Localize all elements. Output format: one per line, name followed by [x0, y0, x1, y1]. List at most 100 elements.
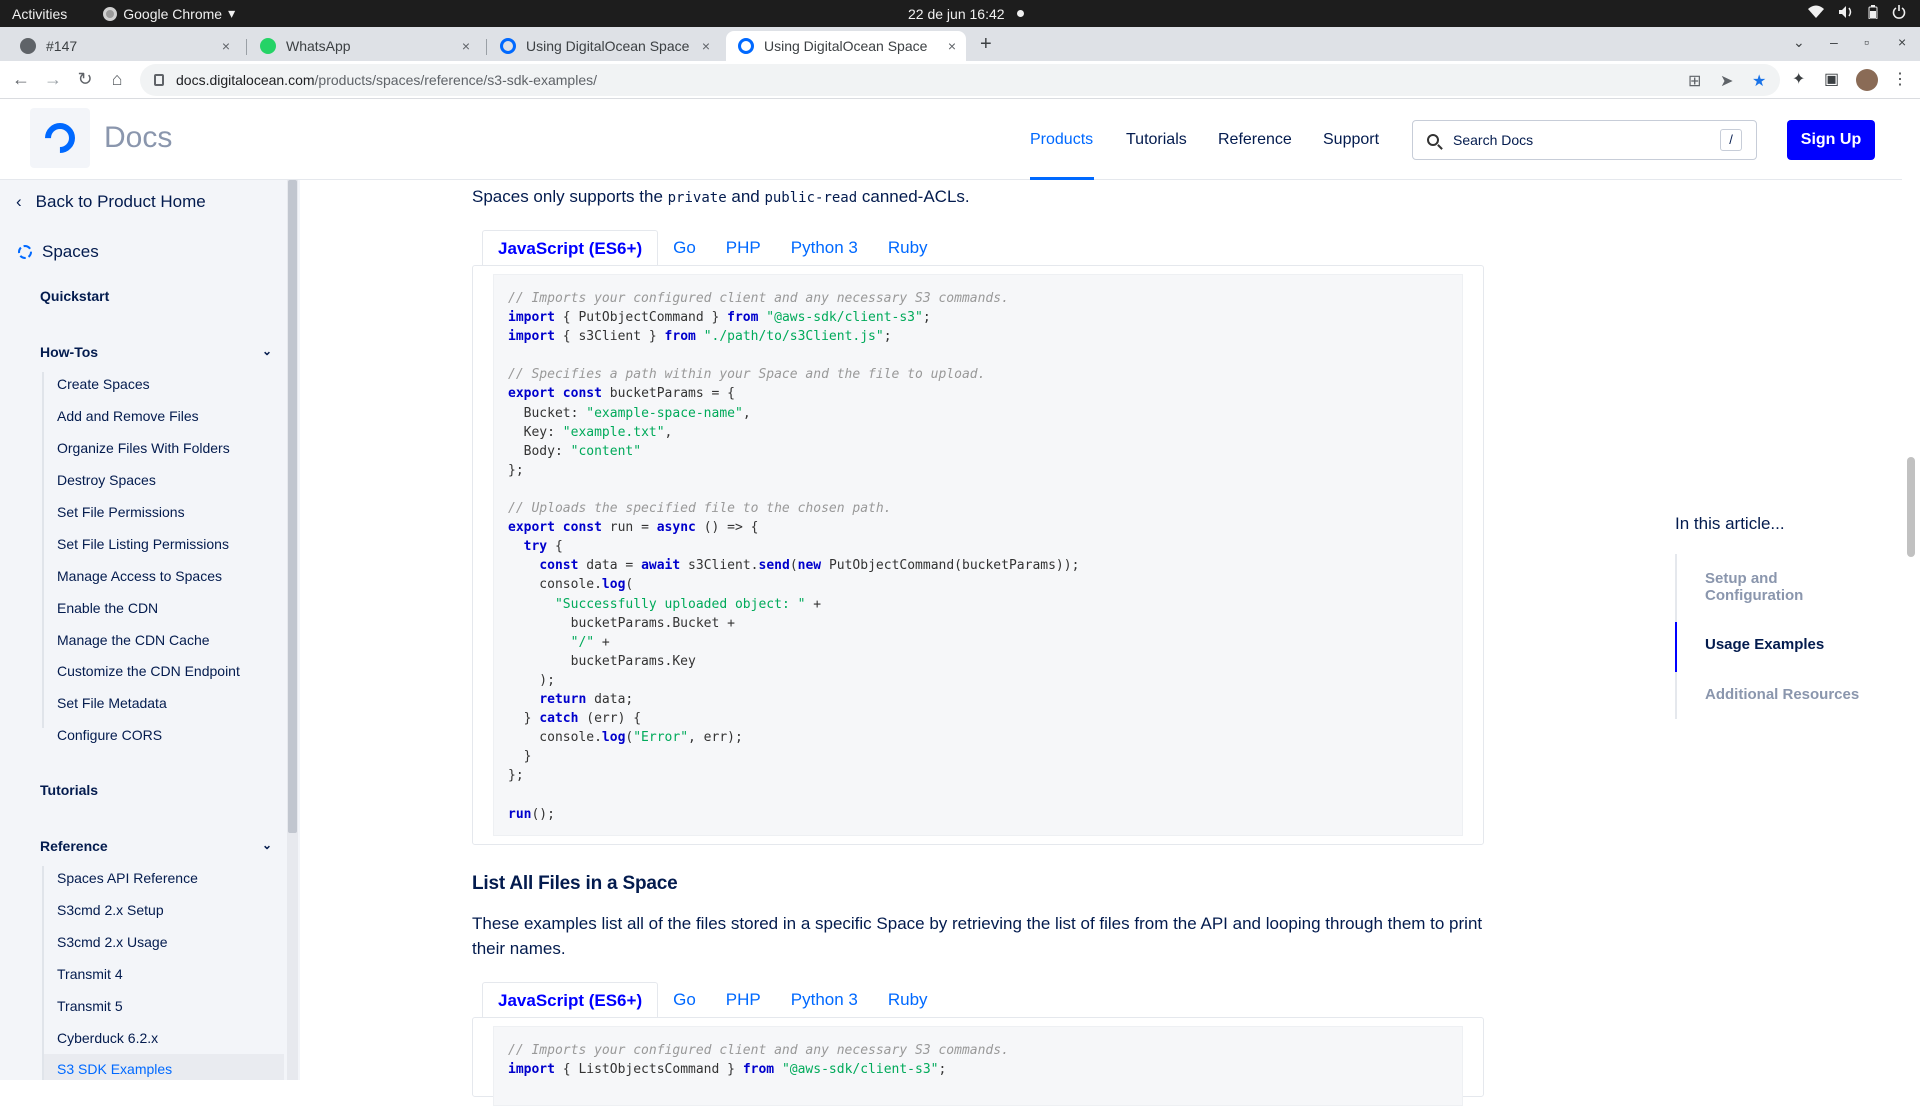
nav-products[interactable]: Products [1030, 131, 1093, 149]
side-panel-icon[interactable]: ▣ [1824, 69, 1839, 89]
sidebar-item-cdn-cache[interactable]: Manage the CDN Cache [57, 632, 210, 648]
close-tab-icon[interactable]: × [702, 38, 710, 54]
nav-tutorials[interactable]: Tutorials [1126, 131, 1187, 149]
sidebar-item-manage-access[interactable]: Manage Access to Spaces [57, 568, 222, 584]
sidebar-item-s3cmd-setup[interactable]: S3cmd 2.x Setup [57, 902, 164, 918]
tab-separator [486, 39, 487, 55]
section-heading: List All Files in a Space [472, 873, 678, 894]
sidebar-item-enable-cdn[interactable]: Enable the CDN [57, 600, 158, 616]
tab-javascript[interactable]: JavaScript (ES6+) [482, 230, 659, 266]
maximize-button[interactable]: ▫ [1864, 34, 1869, 50]
app-menu[interactable]: Google Chrome ▾ [103, 5, 235, 22]
forward-arrow-icon[interactable]: → [42, 69, 64, 90]
browser-tab[interactable]: Using DigitalOcean Space × [488, 31, 720, 61]
new-tab-button[interactable]: + [980, 33, 992, 56]
sidebar-item-configure-cors[interactable]: Configure CORS [57, 727, 162, 743]
nav-support[interactable]: Support [1323, 131, 1379, 149]
bookmark-star-icon[interactable]: ★ [1752, 71, 1766, 91]
minimize-button[interactable]: – [1830, 34, 1838, 50]
activities-button[interactable]: Activities [12, 6, 67, 22]
code-block-2[interactable]: // Imports your configured client and an… [493, 1026, 1463, 1106]
inline-code: public-read [764, 190, 858, 206]
code-listing: // Imports your configured client and an… [508, 291, 1080, 822]
reload-icon[interactable]: ↻ [74, 69, 96, 90]
tab-python3[interactable]: Python 3 [776, 982, 873, 1018]
sidebar-item-file-permissions[interactable]: Set File Permissions [57, 504, 185, 520]
browser-tab[interactable]: #147 × [8, 31, 240, 61]
sidebar-item-add-remove-files[interactable]: Add and Remove Files [57, 408, 199, 424]
section-label: Reference [40, 838, 108, 854]
back-to-product-home-link[interactable]: ‹ Back to Product Home [16, 192, 206, 212]
sidebar-item-cdn-endpoint[interactable]: Customize the CDN Endpoint [57, 663, 240, 679]
send-icon[interactable]: ➤ [1720, 71, 1733, 91]
os-top-bar: Activities Google Chrome ▾ 22 de jun 16:… [0, 0, 1920, 27]
sidebar-product-spaces[interactable]: Spaces [18, 242, 99, 262]
digitalocean-logo[interactable] [30, 108, 90, 168]
page-scrollbar[interactable] [1902, 99, 1920, 1080]
sidebar-section-reference[interactable]: Reference ⌄ [40, 838, 272, 854]
toc-item-additional-resources[interactable]: Additional Resources [1705, 686, 1865, 703]
tab-php[interactable]: PHP [711, 982, 776, 1018]
translate-icon[interactable]: ⊞ [1688, 71, 1701, 91]
tab-title: Using DigitalOcean Space [526, 38, 690, 54]
extensions-puzzle-icon[interactable]: ✦ [1792, 69, 1805, 89]
code-block[interactable]: // Imports your configured client and an… [493, 274, 1463, 836]
close-tab-icon[interactable]: × [462, 38, 470, 54]
profile-avatar[interactable] [1856, 69, 1878, 91]
sidebar-item-file-listing-permissions[interactable]: Set File Listing Permissions [57, 536, 229, 552]
code-listing-2: // Imports your configured client and an… [508, 1041, 1009, 1079]
nav-reference[interactable]: Reference [1218, 131, 1292, 149]
close-tab-icon[interactable]: × [948, 38, 956, 54]
sidebar-item-create-spaces[interactable]: Create Spaces [57, 376, 150, 392]
inline-code: private [667, 190, 727, 206]
sidebar-item-destroy-spaces[interactable]: Destroy Spaces [57, 472, 156, 488]
clock[interactable]: 22 de jun 16:42 [908, 6, 1024, 22]
sidebar-item-transmit-4[interactable]: Transmit 4 [57, 966, 123, 982]
docs-title[interactable]: Docs [104, 121, 172, 155]
chevron-down-icon: ⌄ [261, 344, 272, 358]
tab-ruby[interactable]: Ruby [873, 230, 943, 266]
sidebar-item-file-metadata[interactable]: Set File Metadata [57, 695, 167, 711]
system-tray[interactable] [1808, 5, 1906, 22]
address-bar[interactable]: docs.digitalocean.com/products/spaces/re… [140, 64, 1780, 96]
tab-ruby[interactable]: Ruby [873, 982, 943, 1018]
tab-python3[interactable]: Python 3 [776, 230, 873, 266]
chevron-left-icon: ‹ [16, 192, 22, 211]
sign-up-button[interactable]: Sign Up [1787, 120, 1875, 160]
sidebar-item-transmit-5[interactable]: Transmit 5 [57, 998, 123, 1014]
kebab-menu-icon[interactable]: ⋮ [1892, 69, 1908, 89]
sidebar-item-s3cmd-usage[interactable]: S3cmd 2.x Usage [57, 934, 168, 950]
sidebar-item-s3-sdk-examples[interactable]: S3 SDK Examples [57, 1061, 172, 1077]
toc-item-setup[interactable]: Setup and Configuration [1705, 570, 1865, 604]
tab-search-icon[interactable]: ⌄ [1793, 34, 1805, 51]
howtos-rule [42, 372, 44, 728]
tab-javascript[interactable]: JavaScript (ES6+) [482, 982, 659, 1018]
spaces-icon [18, 245, 32, 259]
home-icon[interactable]: ⌂ [106, 69, 128, 90]
close-window-button[interactable]: × [1898, 34, 1906, 50]
sidebar-item-cyberduck[interactable]: Cyberduck 6.2.x [57, 1030, 158, 1046]
intro-paragraph: Spaces only supports the private and pub… [472, 184, 970, 211]
toc-item-usage-examples[interactable]: Usage Examples [1705, 636, 1865, 653]
close-tab-icon[interactable]: × [222, 38, 230, 54]
url-text: docs.digitalocean.com/products/spaces/re… [176, 72, 597, 88]
sidebar-quickstart[interactable]: Quickstart [40, 288, 272, 304]
page-scrollbar-thumb[interactable] [1907, 457, 1915, 557]
sidebar-item-spaces-api-reference[interactable]: Spaces API Reference [57, 870, 198, 886]
search-input[interactable]: Search Docs / [1412, 120, 1757, 160]
tab-title: WhatsApp [286, 38, 351, 54]
sidebar-item-organize-files[interactable]: Organize Files With Folders [57, 440, 230, 456]
back-arrow-icon[interactable]: ← [10, 69, 32, 90]
tab-php[interactable]: PHP [711, 230, 776, 266]
tab-go[interactable]: Go [658, 982, 711, 1018]
sidebar-section-howtos[interactable]: How-Tos ⌄ [40, 344, 272, 360]
tab-go[interactable]: Go [658, 230, 711, 266]
toc-active-marker [1675, 622, 1677, 672]
browser-tab-active[interactable]: Using DigitalOcean Space × [726, 31, 966, 61]
lock-icon[interactable] [154, 74, 164, 86]
sidebar-scrollbar[interactable] [287, 180, 298, 1080]
sidebar-tutorials[interactable]: Tutorials [40, 782, 272, 798]
sidebar-scrollbar-thumb[interactable] [288, 180, 297, 833]
battery-icon [1868, 5, 1878, 22]
browser-tab[interactable]: WhatsApp × [248, 31, 480, 61]
